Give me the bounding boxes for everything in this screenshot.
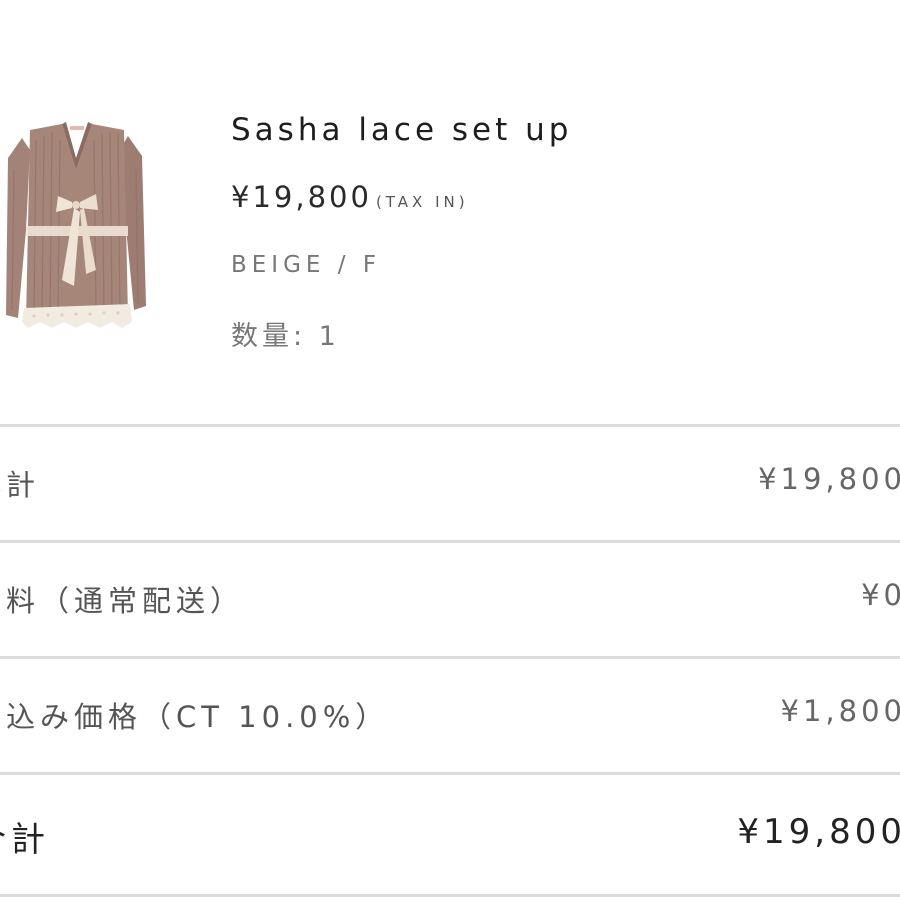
divider [0, 656, 900, 659]
divider [0, 424, 900, 427]
subtotal-label: 小計 [0, 468, 41, 502]
product-price: ¥19,800 [231, 180, 372, 214]
divider [0, 772, 900, 775]
total-label: 合計 [0, 820, 50, 860]
tax-value: ¥1,800 [780, 694, 900, 728]
shipping-value: ¥0 [861, 578, 900, 612]
tax-label: 税込み価格（CT 10.0%） [0, 700, 390, 734]
product-image-illustration [6, 122, 146, 328]
product-quantity: 数量: 1 [231, 321, 340, 352]
divider [0, 540, 900, 543]
product-price-row: ¥19,800 (TAX IN) [231, 180, 469, 214]
divider [0, 894, 900, 897]
order-summary-page: Sasha lace set up ¥19,800 (TAX IN) BEIGE … [0, 0, 900, 900]
product-tax-note: (TAX IN) [375, 193, 469, 211]
product-thumbnail[interactable] [0, 110, 160, 350]
product-variant: BEIGE / F [231, 252, 382, 278]
subtotal-value: ¥19,800 [758, 462, 900, 496]
total-value: ¥19,800 [737, 812, 900, 852]
product-title[interactable]: Sasha lace set up [231, 112, 572, 148]
shipping-label: 送料（通常配送） [0, 584, 245, 618]
